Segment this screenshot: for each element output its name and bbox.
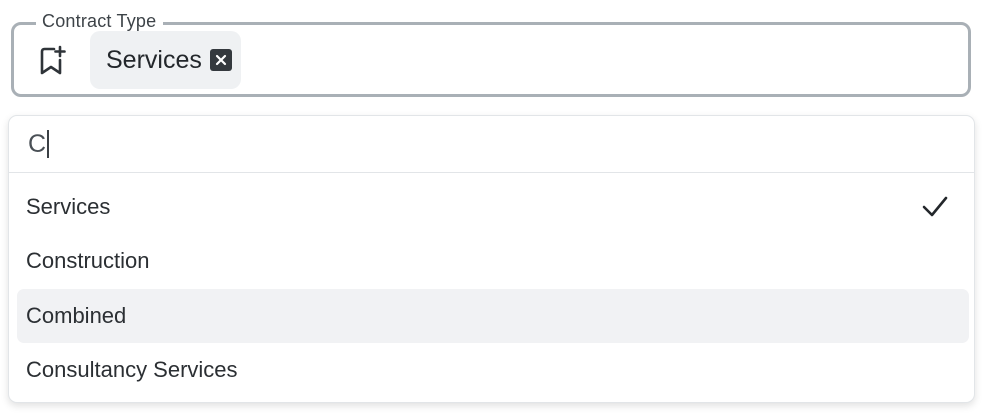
- contract-type-select: Contract Type Services C Services Constr…: [0, 0, 990, 416]
- bookmark-plus-icon: [38, 45, 68, 77]
- option-services[interactable]: Services: [17, 180, 969, 234]
- contract-type-field[interactable]: Contract Type Services: [11, 10, 971, 97]
- option-label: Combined: [26, 303, 127, 328]
- search-input[interactable]: C: [28, 129, 50, 159]
- chip-label: Services: [106, 46, 202, 74]
- option-label: Consultancy Services: [26, 357, 238, 382]
- search-input-value: C: [28, 130, 47, 158]
- checkmark-icon: [921, 194, 949, 220]
- close-box-icon[interactable]: [209, 49, 232, 71]
- option-label: Construction: [26, 248, 150, 273]
- selected-chip: Services: [90, 31, 241, 89]
- search-row: C: [9, 116, 974, 173]
- option-consultancy-services[interactable]: Consultancy Services: [17, 343, 969, 397]
- option-construction[interactable]: Construction: [17, 234, 969, 288]
- options-dropdown: C Services Construction Combined Consult…: [8, 115, 975, 403]
- option-combined[interactable]: Combined: [17, 289, 969, 343]
- option-label: Services: [26, 194, 111, 219]
- field-label: Contract Type: [36, 10, 164, 32]
- text-caret: [47, 130, 50, 158]
